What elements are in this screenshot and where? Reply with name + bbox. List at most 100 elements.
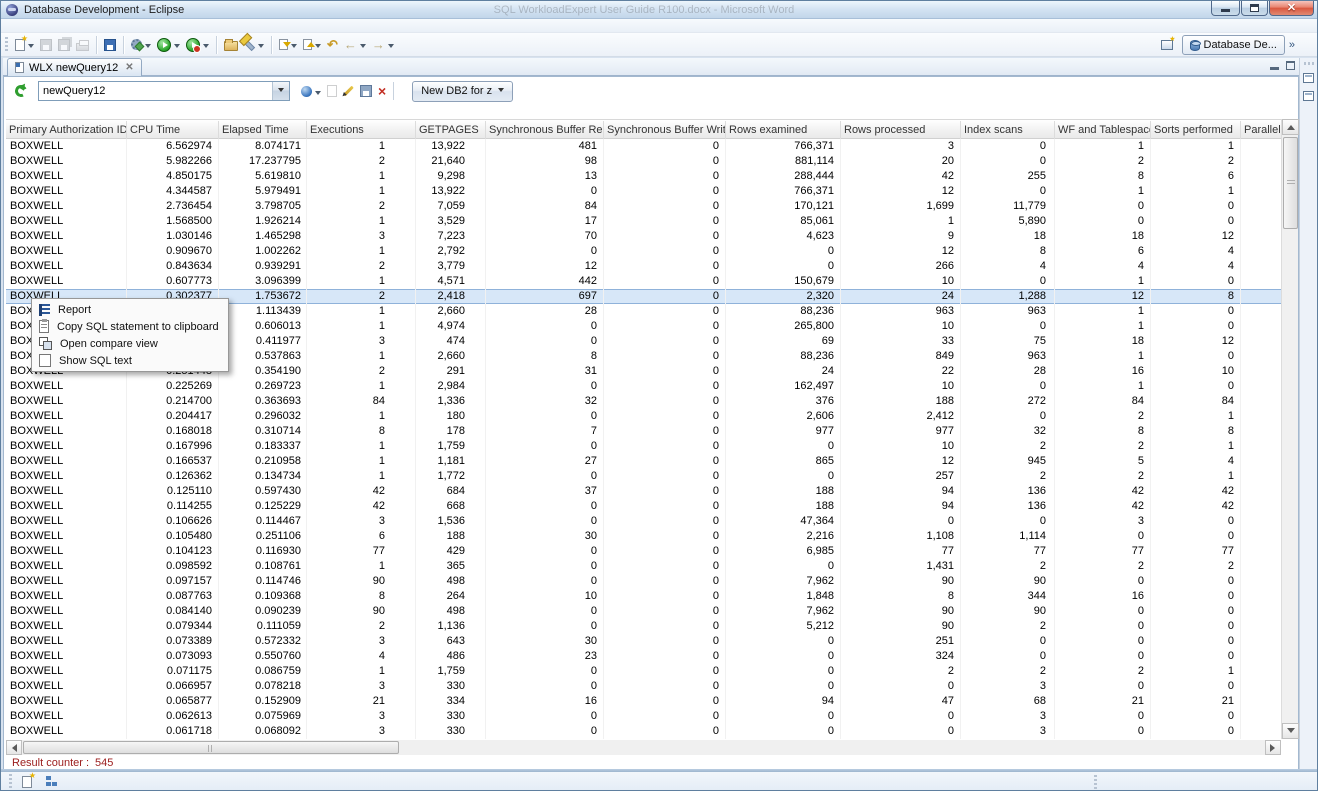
table-row[interactable]: BOXWELL 0.204417 0.296032 1 180 0 0 2,60… xyxy=(6,409,1281,424)
context-menu-item[interactable]: Open compare view xyxy=(34,335,226,352)
column-header-wf-and-tablespace-scans[interactable]: WF and Tablespace Scans xyxy=(1055,121,1151,139)
column-header-primary-authorization-id[interactable]: Primary Authorization ID xyxy=(6,121,127,139)
new-wizard-button[interactable] xyxy=(12,34,37,56)
context-menu-item[interactable]: Copy SQL statement to clipboard xyxy=(34,318,226,335)
table-row[interactable]: BOXWELL 0.126362 0.134734 1 1,772 0 0 0 … xyxy=(6,469,1281,484)
toolbar-grip[interactable] xyxy=(5,37,8,53)
forward-button[interactable]: → xyxy=(369,34,397,56)
table-row[interactable]: BOXWELL 0.087763 0.109368 8 264 10 0 1,8… xyxy=(6,589,1281,604)
open-perspective-button[interactable] xyxy=(1158,34,1176,56)
save-query-button[interactable] xyxy=(357,80,375,102)
table-row[interactable]: BOXWELL 0.167996 0.183337 1 1,759 0 0 0 … xyxy=(6,439,1281,454)
table-row[interactable]: BOXWELL 0.098592 0.108761 1 365 0 0 0 1,… xyxy=(6,559,1281,574)
table-row[interactable]: BOXWELL 0.125110 0.597430 42 684 37 0 18… xyxy=(6,484,1281,499)
scroll-left-button[interactable] xyxy=(6,740,22,755)
table-row[interactable]: BOXWELL 0.114255 0.125229 42 668 0 0 188… xyxy=(6,499,1281,514)
context-menu-item[interactable]: Show SQL text xyxy=(34,352,226,369)
tab-close-icon[interactable]: ✕ xyxy=(125,63,133,73)
open-folder-button[interactable] xyxy=(221,34,241,56)
query-combo-dropdown[interactable] xyxy=(272,82,289,100)
minimize-view-icon[interactable] xyxy=(1270,67,1279,70)
table-row[interactable]: BOXWELL 0.607773 3.096399 1 4,571 442 0 … xyxy=(6,274,1281,289)
perspective-database-development[interactable]: Database De... xyxy=(1182,35,1285,55)
maximize-view-icon[interactable] xyxy=(1286,61,1295,70)
column-header-synchronous-buffer-writes[interactable]: Synchronous Buffer Writes xyxy=(604,121,726,139)
save-all-button[interactable] xyxy=(55,34,73,56)
column-header-getpages[interactable]: GETPAGES xyxy=(416,121,486,139)
subsystem-selector-button[interactable]: New DB2 for z xyxy=(412,81,513,102)
scroll-down-button[interactable] xyxy=(1282,723,1299,739)
table-row[interactable]: BOXWELL 0.909670 1.002262 1 2,792 0 0 0 … xyxy=(6,244,1281,259)
bottom-bar-grip[interactable] xyxy=(9,774,12,790)
column-header-rows-processed[interactable]: Rows processed xyxy=(841,121,961,139)
table-row[interactable]: BOXWELL 5.982266 17.237795 2 21,640 98 0… xyxy=(6,154,1281,169)
table-row[interactable]: BOXWELL 0.073093 0.550760 4 486 23 0 0 3… xyxy=(6,649,1281,664)
perspective-overflow-chevron[interactable]: » xyxy=(1289,39,1295,51)
column-header-cpu-time[interactable]: CPU Time xyxy=(127,121,219,139)
column-header-index-scans[interactable]: Index scans xyxy=(961,121,1055,139)
column-header-synchronous-buffer-reads[interactable]: Synchronous Buffer Reads xyxy=(486,121,604,139)
run-button[interactable] xyxy=(154,34,183,56)
edit-query-button[interactable] xyxy=(340,80,357,102)
table-row[interactable]: BOXWELL 0.065877 0.152909 21 334 16 0 94… xyxy=(6,694,1281,709)
table-row[interactable]: BOXWELL 1.568500 1.926214 1 3,529 17 0 8… xyxy=(6,214,1281,229)
query-combo[interactable]: newQuery12 xyxy=(38,81,290,101)
table-row[interactable]: BOXWELL 0.079344 0.111059 2 1,136 0 0 5,… xyxy=(6,619,1281,634)
table-row[interactable]: BOXWELL 6.562974 8.074171 1 13,922 481 0… xyxy=(6,139,1281,154)
table-row[interactable]: BOXWELL 0.106626 0.114467 3 1,536 0 0 47… xyxy=(6,514,1281,529)
maximize-button[interactable] xyxy=(1241,1,1268,16)
table-row[interactable]: BOXWELL 0.066957 0.078218 3 330 0 0 0 0 … xyxy=(6,679,1281,694)
run-query-button[interactable] xyxy=(183,34,212,56)
back-button[interactable]: ← xyxy=(341,34,369,56)
horizontal-scrollbar[interactable] xyxy=(6,740,1281,755)
table-row[interactable]: BOXWELL 2.736454 3.798705 2 7,059 84 0 1… xyxy=(6,199,1281,214)
search-button[interactable] xyxy=(241,34,267,56)
scroll-up-button[interactable] xyxy=(1282,119,1299,135)
outline-view-icon[interactable] xyxy=(46,776,59,788)
column-header-elapsed-time[interactable]: Elapsed Time xyxy=(219,121,307,139)
context-menu-item[interactable]: Report xyxy=(34,301,226,318)
column-header-rows-examined[interactable]: Rows examined xyxy=(726,121,841,139)
table-row[interactable]: BOXWELL 0.073389 0.572332 3 643 30 0 0 2… xyxy=(6,634,1281,649)
table-row[interactable]: BOXWELL 0.168018 0.310714 8 178 7 0 977 … xyxy=(6,424,1281,439)
column-header-parallel[interactable]: Parallel xyxy=(1241,121,1281,139)
table-row[interactable]: BOXWELL 0.071175 0.086759 1 1,759 0 0 0 … xyxy=(6,664,1281,679)
table-row[interactable]: BOXWELL 4.850175 5.619810 1 9,298 13 0 2… xyxy=(6,169,1281,184)
horizontal-scroll-thumb[interactable] xyxy=(23,741,399,754)
table-row[interactable]: BOXWELL 0.166537 0.210958 1 1,181 27 0 8… xyxy=(6,454,1281,469)
external-tools-button[interactable] xyxy=(128,34,154,56)
scroll-right-button[interactable] xyxy=(1265,740,1281,755)
table-row[interactable]: BOXWELL 4.344587 5.979491 1 13,922 0 0 7… xyxy=(6,184,1281,199)
close-button[interactable]: ✕ xyxy=(1269,1,1314,16)
fast-view-grip[interactable] xyxy=(1304,62,1314,65)
refresh-query-button[interactable] xyxy=(12,80,30,102)
column-header-sorts-performed[interactable]: Sorts performed xyxy=(1151,121,1241,139)
vertical-scrollbar[interactable] xyxy=(1281,119,1298,739)
restore-view-icon[interactable] xyxy=(1303,73,1314,83)
table-row[interactable]: BOXWELL 0.214700 0.363693 84 1,336 32 0 … xyxy=(6,394,1281,409)
editor-fast-view-icon[interactable] xyxy=(1303,91,1314,101)
export-save-button[interactable] xyxy=(101,34,119,56)
title-bar[interactable]: Database Development - Eclipse SQL Workl… xyxy=(1,1,1317,19)
vertical-scroll-thumb[interactable] xyxy=(1283,137,1298,229)
table-row[interactable]: BOXWELL 0.104123 0.116930 77 429 0 0 6,9… xyxy=(6,544,1281,559)
table-row[interactable]: BOXWELL 0.062613 0.075969 3 330 0 0 0 0 … xyxy=(6,709,1281,724)
new-wizard-fast-icon[interactable] xyxy=(22,776,32,788)
table-row[interactable]: BOXWELL 0.843634 0.939291 2 3,779 12 0 0… xyxy=(6,259,1281,274)
save-button[interactable] xyxy=(37,34,55,56)
table-row[interactable]: BOXWELL 0.061718 0.068092 3 330 0 0 0 0 … xyxy=(6,724,1281,739)
column-header-executions[interactable]: Executions xyxy=(307,121,416,139)
last-edit-location-button[interactable]: ↶ xyxy=(324,34,341,56)
table-row[interactable]: BOXWELL 0.225269 0.269723 1 2,984 0 0 16… xyxy=(6,379,1281,394)
table-row[interactable]: BOXWELL 0.084140 0.090239 90 498 0 0 7,9… xyxy=(6,604,1281,619)
delete-query-button[interactable]: × xyxy=(375,80,389,102)
blank-page-button[interactable] xyxy=(324,80,340,102)
next-annotation-button[interactable] xyxy=(276,34,300,56)
previous-annotation-button[interactable] xyxy=(300,34,324,56)
minimize-button[interactable] xyxy=(1211,1,1240,16)
print-button[interactable] xyxy=(73,34,92,56)
new-query-button[interactable] xyxy=(298,80,324,102)
table-row[interactable]: BOXWELL 0.097157 0.114746 90 498 0 0 7,9… xyxy=(6,574,1281,589)
table-row[interactable]: BOXWELL 1.030146 1.465298 3 7,223 70 0 4… xyxy=(6,229,1281,244)
editor-tab[interactable]: WLX newQuery12 ✕ xyxy=(7,58,142,76)
